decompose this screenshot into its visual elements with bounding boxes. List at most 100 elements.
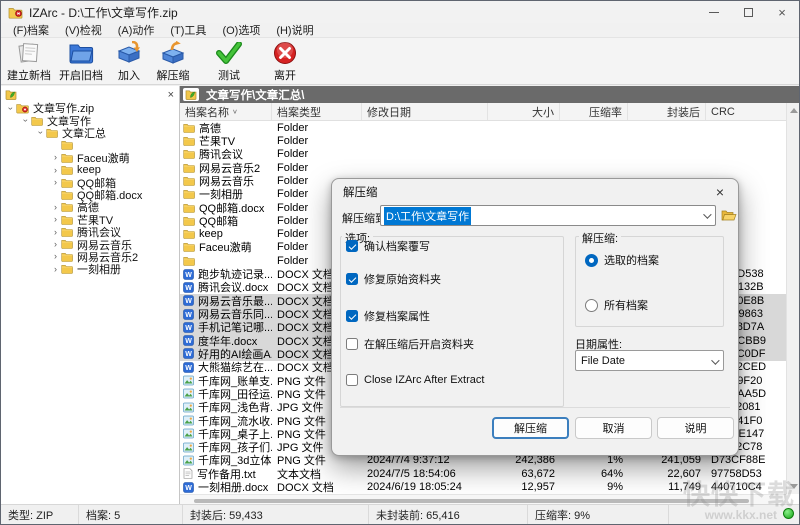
close-button[interactable]: × bbox=[765, 1, 799, 23]
column-header-4[interactable]: 压缩率 bbox=[560, 103, 628, 120]
column-header-label: CRC bbox=[711, 106, 735, 118]
scroll-down-icon[interactable] bbox=[790, 484, 798, 489]
help-button[interactable]: 说明 bbox=[657, 417, 734, 439]
radio-row[interactable]: 所有档案 bbox=[585, 297, 648, 313]
cell-date: 2024/7/4 9:37:12 bbox=[362, 454, 488, 466]
chevron-right-icon[interactable]: › bbox=[50, 215, 61, 224]
folder-icon bbox=[61, 153, 73, 163]
folder-tree-panel: × ›文章写作.zip›文章写作›文章汇总›Faceu激萌›keep›QQ邮箱Q… bbox=[1, 86, 180, 506]
maximize-icon bbox=[744, 8, 753, 17]
menu-item[interactable]: (H)说明 bbox=[268, 22, 321, 38]
checkbox-row[interactable]: 在解压缩后开启资料夹 bbox=[346, 336, 474, 352]
scroll-up-icon[interactable] bbox=[790, 108, 798, 113]
date-attribute-select[interactable]: File Date bbox=[575, 350, 724, 371]
docx-icon: W bbox=[183, 348, 194, 359]
image-icon bbox=[183, 375, 194, 386]
destination-combobox[interactable]: D:\工作\文章写作 bbox=[380, 205, 716, 226]
table-row[interactable]: 芒果TVFolder bbox=[180, 134, 799, 147]
menu-item[interactable]: (A)动作 bbox=[110, 22, 163, 38]
svg-text:W: W bbox=[185, 285, 192, 292]
column-header-5[interactable]: 封装后 bbox=[628, 103, 706, 120]
cell-crc: 97758D53 bbox=[706, 468, 787, 480]
tree-item[interactable]: › 一刻相册 bbox=[1, 263, 179, 275]
table-row[interactable]: 网易云音乐2Folder bbox=[180, 161, 799, 174]
cell-ratio: 9% bbox=[560, 481, 628, 493]
browse-folder-button[interactable] bbox=[720, 206, 738, 225]
column-header-2[interactable]: 修改日期 bbox=[362, 103, 488, 120]
image-icon bbox=[183, 442, 194, 453]
tree-item-label: 一刻相册 bbox=[77, 261, 121, 277]
checkbox-row[interactable]: Close IZArc After Extract bbox=[346, 374, 484, 386]
minimize-button[interactable] bbox=[697, 1, 731, 23]
table-row[interactable]: 高德Folder bbox=[180, 121, 799, 134]
chevron-right-icon[interactable]: › bbox=[50, 252, 61, 261]
chevron-down-icon[interactable]: › bbox=[36, 127, 45, 138]
chevron-right-icon[interactable]: › bbox=[50, 265, 61, 274]
scrollbar-thumb[interactable] bbox=[194, 499, 749, 503]
cancel-button[interactable]: 取消 bbox=[575, 417, 652, 439]
checkbox-label: Close IZArc After Extract bbox=[364, 374, 484, 386]
vertical-scrollbar[interactable] bbox=[786, 103, 799, 494]
dialog-close-icon[interactable]: × bbox=[710, 184, 730, 200]
checkbox-row[interactable]: 修复原始资料夹 bbox=[346, 271, 441, 287]
zip-archive-icon bbox=[16, 103, 29, 114]
table-row[interactable]: W一刻相册.docxDOCX 文档2024/6/19 18:05:2412,95… bbox=[180, 480, 799, 493]
radio-label: 选取的档案 bbox=[604, 252, 659, 268]
menu-item[interactable]: (F)档案 bbox=[5, 22, 57, 38]
column-header-1[interactable]: 档案类型 bbox=[272, 103, 362, 120]
menu-item[interactable]: (O)选项 bbox=[214, 22, 268, 38]
chevron-right-icon[interactable]: › bbox=[50, 178, 61, 187]
chevron-right-icon[interactable]: › bbox=[50, 228, 61, 237]
checkbox-checked-icon[interactable] bbox=[346, 240, 358, 252]
chevron-down-icon[interactable] bbox=[711, 356, 719, 364]
table-row[interactable]: 腾讯会议Folder bbox=[180, 148, 799, 161]
cell-crc: D73CF88E bbox=[706, 454, 787, 466]
checkbox-row[interactable]: 确认档案覆写 bbox=[346, 238, 430, 254]
radio-selected-icon[interactable] bbox=[585, 254, 598, 267]
chevron-down-icon[interactable]: › bbox=[6, 103, 15, 114]
checkbox-label: 在解压缩后开启资料夹 bbox=[364, 336, 474, 352]
tree-item[interactable]: ›文章汇总 bbox=[1, 127, 179, 139]
checkbox-row[interactable]: 修复档案属性 bbox=[346, 308, 430, 324]
chevron-right-icon[interactable]: › bbox=[50, 153, 61, 162]
izarc-leaf-icon bbox=[5, 89, 17, 100]
cell-size: 12,957 bbox=[488, 481, 560, 493]
extract-confirm-button[interactable]: 解压缩 bbox=[492, 417, 569, 439]
cell-name: W一刻相册.docx bbox=[180, 479, 272, 494]
add-files-icon bbox=[116, 40, 142, 66]
checkbox-unchecked-icon[interactable] bbox=[346, 374, 358, 386]
chevron-right-icon[interactable]: › bbox=[50, 166, 61, 175]
tree-panel-close-button[interactable]: × bbox=[168, 90, 174, 100]
toolbar-button-open-archive[interactable]: 开启旧档 bbox=[55, 38, 107, 83]
toolbar-button-exit[interactable]: 离开 bbox=[263, 38, 307, 83]
column-header-3[interactable]: 大小 bbox=[488, 103, 560, 120]
menu-item[interactable]: (T)工具 bbox=[162, 22, 214, 38]
column-header-0[interactable]: 档案名称∨ bbox=[180, 103, 272, 120]
tree-item[interactable]: ›Faceu激萌 bbox=[1, 152, 179, 164]
svg-text:W: W bbox=[185, 338, 192, 345]
toolbar-button-add-files[interactable]: 加入 bbox=[107, 38, 151, 83]
chevron-right-icon[interactable]: › bbox=[50, 240, 61, 249]
checkbox-checked-icon[interactable] bbox=[346, 310, 358, 322]
toolbar-button-label: 测试 bbox=[218, 67, 240, 83]
cell-type: Folder bbox=[272, 162, 362, 174]
toolbar-button-extract[interactable]: 解压缩 bbox=[151, 38, 195, 83]
checkbox-unchecked-icon[interactable] bbox=[346, 338, 358, 350]
maximize-button[interactable] bbox=[731, 1, 765, 23]
chevron-down-icon[interactable]: › bbox=[21, 115, 30, 126]
date-attribute-value: File Date bbox=[581, 355, 625, 367]
toolbar-button-test-check[interactable]: 测试 bbox=[207, 38, 251, 83]
chevron-down-icon[interactable] bbox=[703, 210, 711, 218]
toolbar-button-new-archive[interactable]: 建立新档 bbox=[3, 38, 55, 83]
extract-scope-groupbox bbox=[575, 236, 724, 327]
chevron-right-icon[interactable]: › bbox=[50, 203, 61, 212]
cell-date: 2024/7/5 18:54:06 bbox=[362, 468, 488, 480]
status-segment: 档案: 5 bbox=[79, 505, 183, 524]
menu-item[interactable]: (V)检视 bbox=[57, 22, 110, 38]
radio-row[interactable]: 选取的档案 bbox=[585, 252, 659, 268]
radio-unselected-icon[interactable] bbox=[585, 299, 598, 312]
file-name: QQ邮箱 bbox=[199, 213, 238, 229]
column-header-6[interactable]: CRC bbox=[706, 103, 787, 120]
checkbox-checked-icon[interactable] bbox=[346, 273, 358, 285]
folder-icon bbox=[183, 203, 195, 213]
